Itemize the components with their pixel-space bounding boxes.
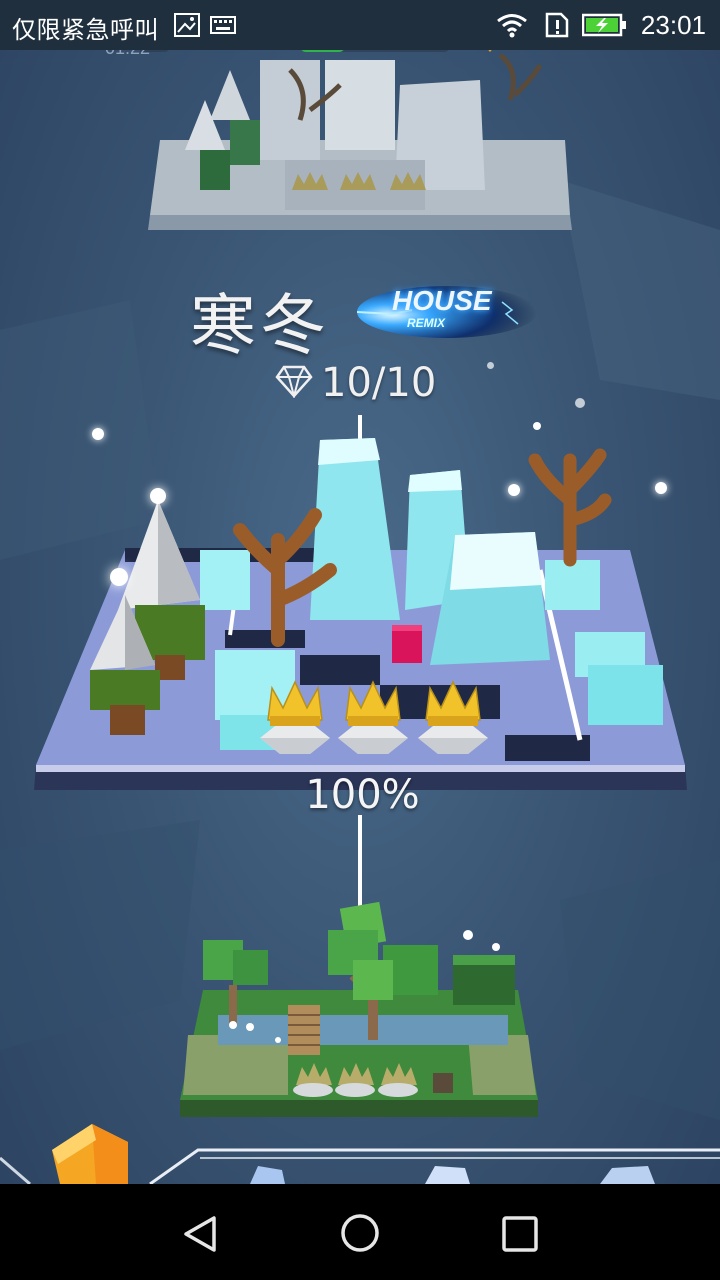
keyboard-icon (210, 16, 236, 34)
game-screen: 仅限紧急呼叫 23:01 01:22 寒冬 (0, 0, 720, 1280)
badge-sub-text: REMIX (407, 316, 446, 330)
current-level-island[interactable] (30, 420, 695, 820)
status-bar: 仅限紧急呼叫 23:01 (0, 0, 720, 50)
snowflake (575, 398, 585, 408)
snowflake (92, 428, 104, 440)
sim-alert-icon (545, 12, 569, 38)
navigation-bar (0, 1184, 720, 1280)
battery-charging-icon (582, 13, 626, 37)
clock: 23:01 (640, 10, 706, 40)
snowflake (110, 568, 128, 586)
previous-level-island[interactable] (140, 40, 580, 240)
diamond-icon (275, 365, 313, 398)
next-level-island[interactable] (178, 895, 543, 1125)
snowflake (150, 488, 166, 504)
snowflake (508, 484, 520, 496)
snowflake (533, 422, 541, 430)
level-title: 寒冬 (190, 287, 330, 364)
badge-main-text: HOUSE (392, 285, 492, 316)
emergency-only-text: 仅限紧急呼叫 (12, 16, 159, 44)
bottom-menu-strip[interactable] (0, 1120, 720, 1184)
progress-percent: 100% (305, 772, 420, 818)
home-button[interactable] (339, 1212, 381, 1254)
back-button[interactable] (180, 1214, 220, 1254)
image-icon (174, 13, 200, 37)
snowflake (487, 362, 494, 369)
recents-button[interactable] (500, 1214, 540, 1254)
wifi-icon (497, 14, 527, 38)
gem-count: 10/10 (321, 360, 437, 406)
snowflake (655, 482, 667, 494)
